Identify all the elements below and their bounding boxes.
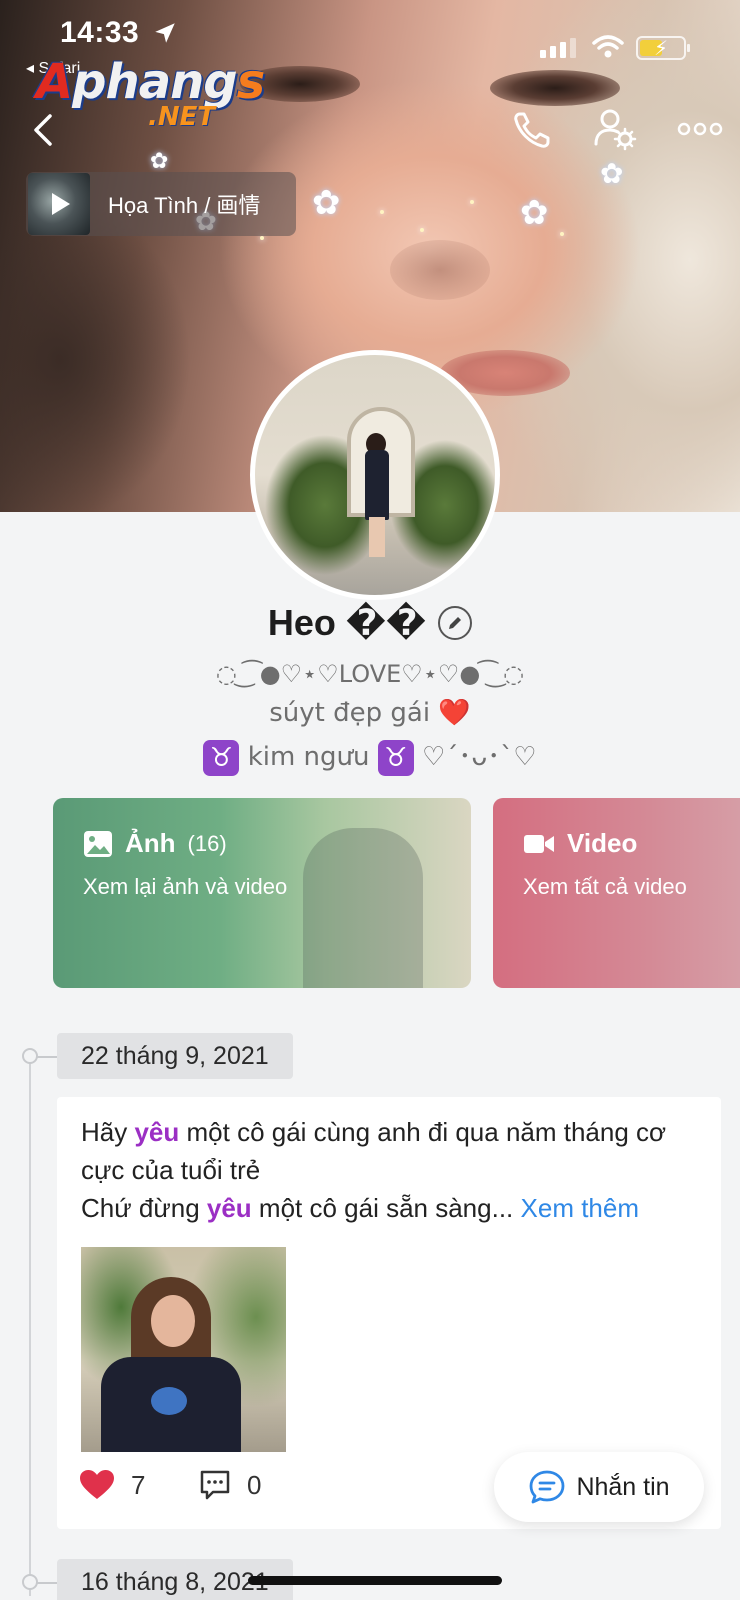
flower-sticker: ✿ — [600, 158, 624, 189]
timeline-date: 22 tháng 9, 2021 — [57, 1033, 293, 1079]
see-more-link[interactable]: Xem thêm — [521, 1193, 640, 1223]
avatar-person — [365, 450, 389, 520]
post-photo[interactable] — [81, 1247, 286, 1452]
sparkle — [470, 200, 474, 204]
back-icon[interactable] — [26, 110, 62, 150]
comment-icon — [200, 1470, 230, 1500]
edit-name-button[interactable] — [438, 606, 473, 640]
videos-card-subtitle: Xem tất cả video — [523, 874, 687, 899]
photos-card-label: Ảnh — [125, 828, 176, 858]
cover-nose — [390, 240, 490, 300]
bio-line-3-text: kim ngưu — [247, 742, 370, 772]
music-album-art — [28, 173, 90, 235]
sparkle — [380, 210, 384, 214]
videos-card-label: Video — [567, 828, 638, 858]
signal-icon — [540, 38, 576, 58]
home-indicator[interactable] — [248, 1576, 502, 1585]
bio-line-2: súyt đẹp gái ❤️ — [0, 698, 740, 728]
play-icon[interactable] — [52, 193, 70, 215]
timeline-tick — [36, 1056, 58, 1058]
chat-icon — [530, 1470, 565, 1504]
flower-sticker: ✿ — [312, 184, 341, 222]
like-count: 7 — [131, 1469, 146, 1500]
heart-emoji: ❤️ — [438, 698, 471, 728]
more-icon[interactable] — [676, 116, 724, 142]
battery-icon: ⚡ — [636, 36, 690, 60]
timeline-tick — [36, 1582, 58, 1584]
taurus-emoji: ♉ — [377, 739, 414, 776]
heart-icon — [80, 1470, 114, 1499]
profile-music-player[interactable]: Họa Tình / 画情 — [26, 172, 296, 236]
sparkle — [420, 228, 424, 232]
sparkle — [560, 232, 564, 236]
avatar-legs — [369, 517, 385, 557]
aphangs-watermark-logo: Aphangs .NET — [36, 54, 265, 132]
bio-line-3-tail: ♡´･ᴗ･`♡ — [422, 742, 537, 772]
taurus-emoji: ♉ — [203, 739, 240, 776]
edit-icon — [449, 617, 462, 629]
music-title: Họa Tình / 画情 — [108, 193, 261, 218]
video-camera-icon — [524, 834, 554, 853]
profile-name: Heo �� — [267, 602, 427, 643]
user-settings-icon[interactable] — [592, 106, 638, 152]
send-message-label: Nhắn tin — [576, 1472, 670, 1501]
flower-sticker: ✿ — [150, 148, 169, 173]
like-button[interactable]: 7 — [79, 1469, 145, 1501]
avatar[interactable] — [250, 350, 500, 600]
bio-line-3: ♉ kim ngưu ♉ ♡´･ᴗ･`♡ — [0, 736, 740, 776]
location-arrow-icon — [155, 23, 175, 43]
wifi-icon — [592, 35, 624, 58]
profile-name-row: Heo �� — [0, 602, 740, 644]
photos-card-subtitle: Xem lại ảnh và video — [83, 874, 288, 899]
photos-count: (16) — [187, 830, 227, 856]
comment-button[interactable]: 0 — [199, 1469, 261, 1501]
timeline-line — [29, 1056, 31, 1596]
photos-card-background-image — [303, 828, 423, 988]
flower-sticker: ✿ — [520, 194, 549, 232]
send-message-button[interactable]: Nhắn tin — [494, 1452, 704, 1522]
videos-card[interactable]: Video Xem tất cả video — [493, 798, 740, 988]
sparkle — [260, 236, 264, 240]
photos-card[interactable]: Ảnh (16) Xem lại ảnh và video — [53, 798, 471, 988]
phone-icon[interactable] — [510, 108, 554, 152]
cover-eye-right — [490, 70, 620, 106]
comment-count: 0 — [247, 1469, 262, 1500]
image-icon — [84, 830, 112, 857]
post-text: Hãy yêu một cô gái cùng anh đi qua năm t… — [81, 1117, 667, 1223]
bio-line-2-text: súyt đẹp gái — [269, 698, 431, 728]
bio-line-1: ◌ ͜ ͡ ●♡⋆♡LOVE♡⋆♡● ͡ ͜ ◌ — [215, 660, 525, 688]
status-time: 14:33 — [60, 16, 140, 49]
